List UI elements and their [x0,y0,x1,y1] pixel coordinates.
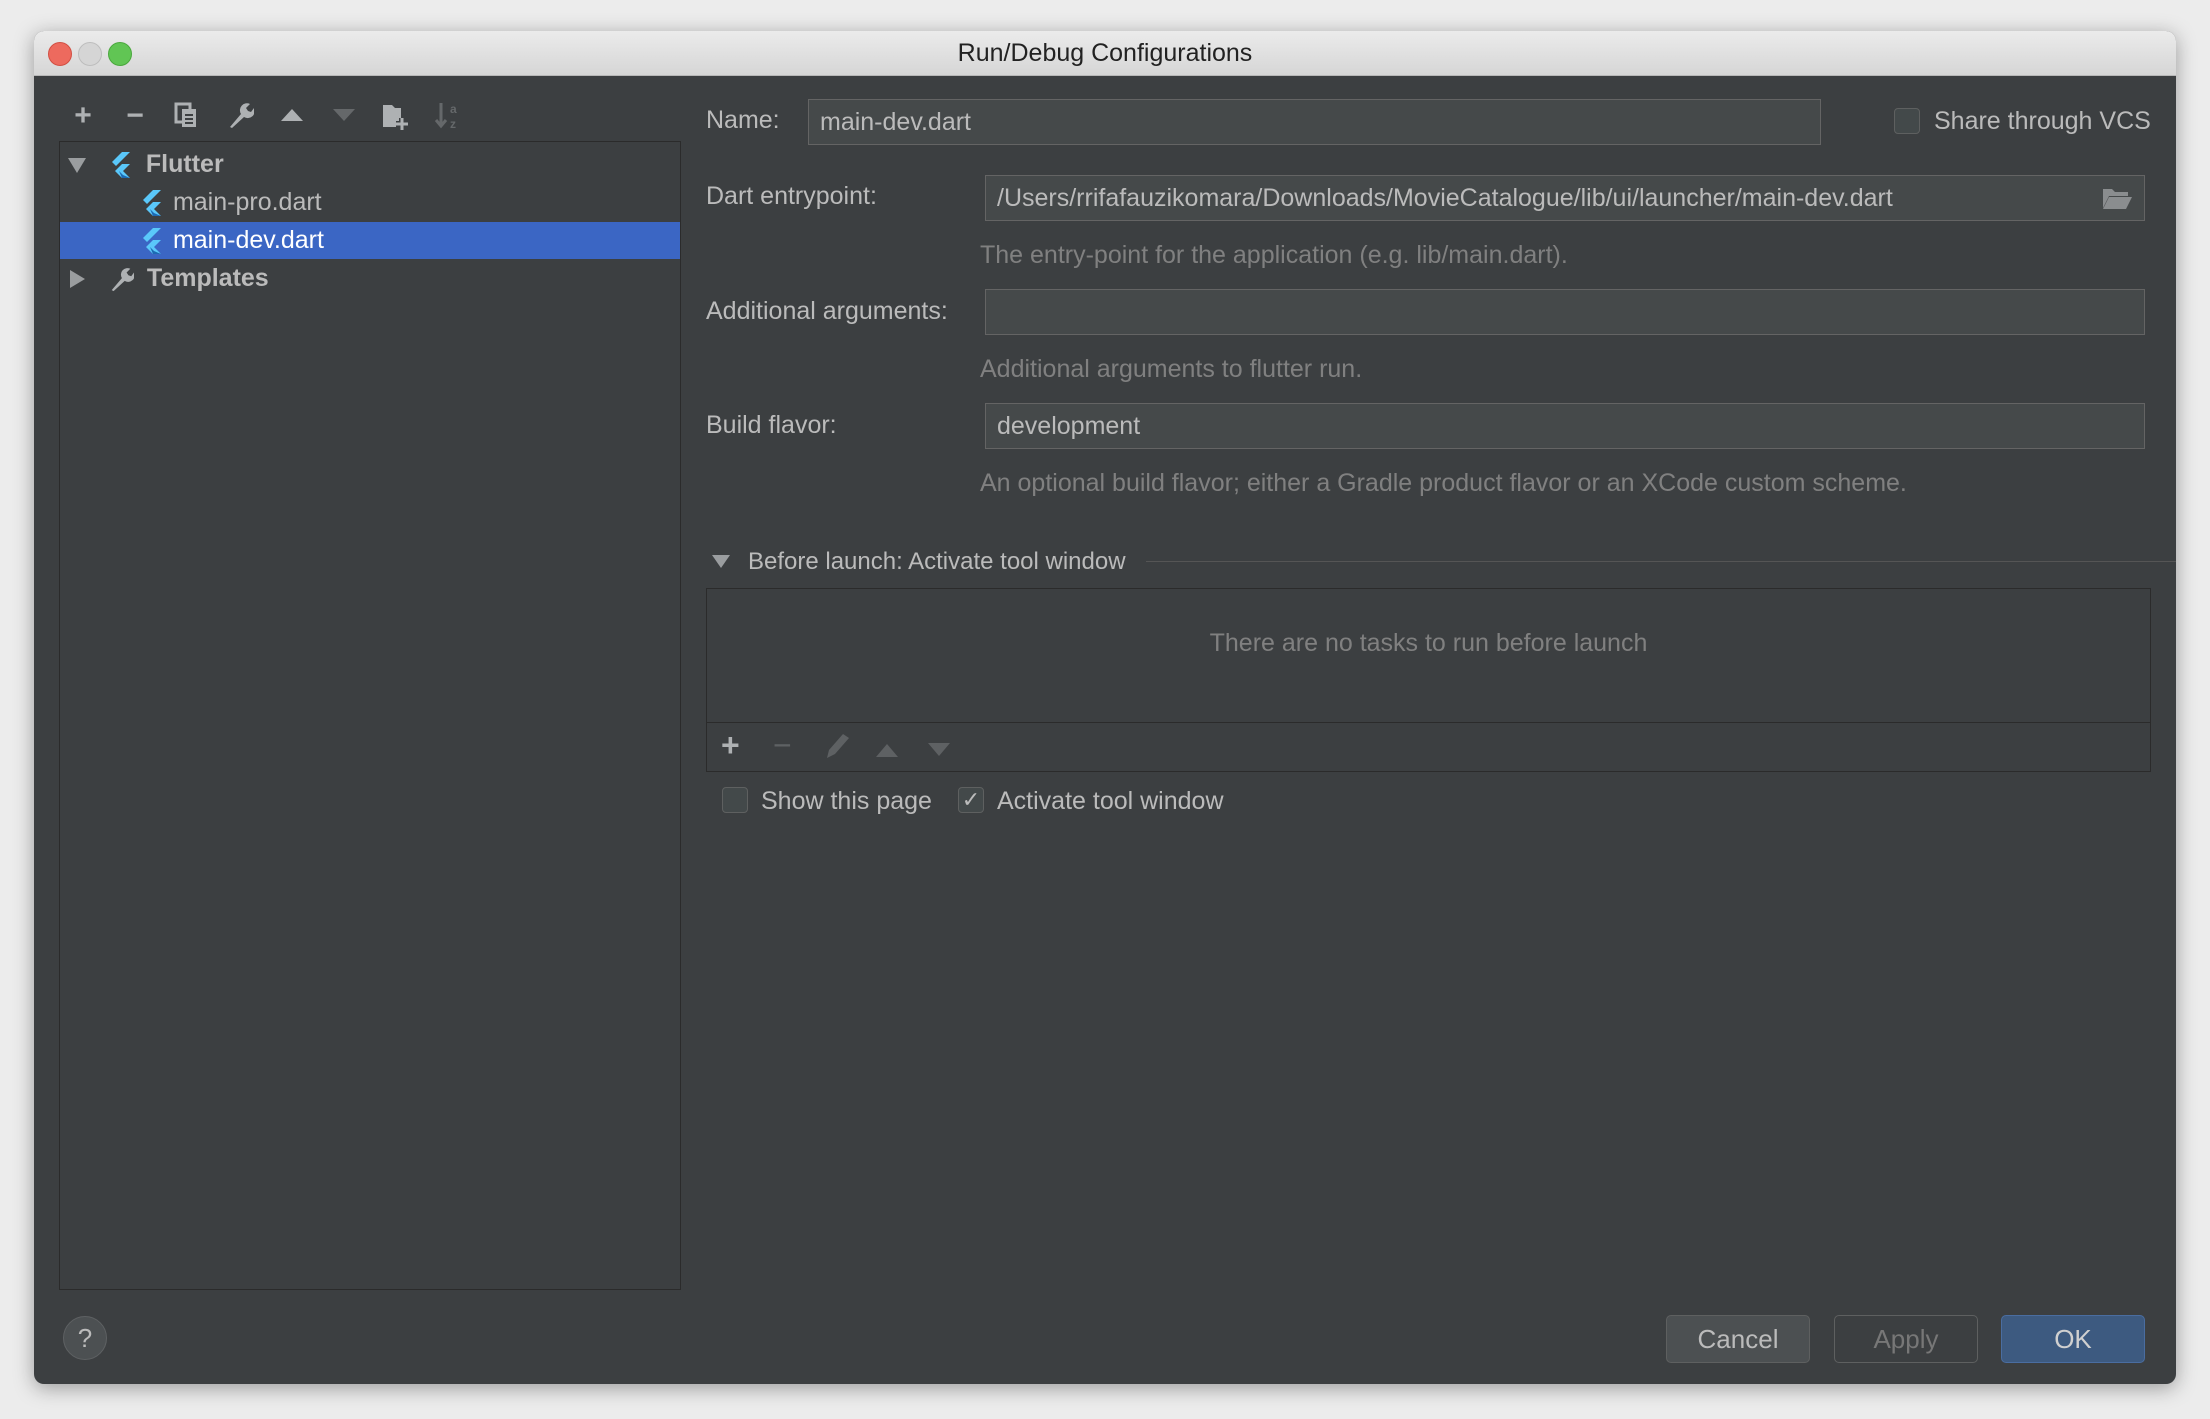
minimize-button[interactable] [78,42,102,66]
cancel-button[interactable]: Cancel [1666,1315,1810,1363]
flutter-icon [143,228,161,255]
wrench-icon[interactable] [225,101,255,131]
entrypoint-value: /Users/rrifafauzikomara/Downloads/MovieC… [997,184,1893,212]
args-hint: Additional arguments to flutter run. [980,355,1363,383]
name-label: Name: [706,106,780,134]
tree-templates-label: Templates [146,264,269,292]
plus-icon[interactable]: + [68,101,98,131]
share-vcs-label: Share through VCS [1934,107,2151,135]
flavor-input[interactable]: development [985,403,2145,449]
show-page-label: Show this page [761,787,932,815]
check-icon: ✓ [961,787,981,812]
flavor-hint: An optional build flavor; either a Gradl… [980,469,1907,497]
svg-text:a: a [450,102,457,116]
flavor-label: Build flavor: [706,411,837,439]
wrench-icon [111,268,134,292]
arrow-up-icon[interactable] [277,101,307,131]
section-divider [1146,561,2176,562]
collapse-arrow-icon[interactable] [70,270,85,289]
configuration-tree[interactable]: Flutter main-pro.dart main-dev.dart Temp… [59,141,681,1290]
add-task-icon[interactable]: + [721,727,740,764]
remove-task-icon[interactable]: − [773,727,792,764]
collapse-arrow-icon[interactable] [712,555,730,568]
panel-divider [707,722,2150,723]
before-launch-tasks-panel: There are no tasks to run before launch … [706,588,2151,772]
help-button[interactable]: ? [63,1316,107,1360]
move-down-icon[interactable] [927,737,951,766]
show-page-checkbox[interactable] [722,787,748,813]
name-input[interactable]: main-dev.dart [808,99,1821,145]
tree-group-label: Flutter [145,150,224,178]
tree-item-main-dev[interactable]: main-dev.dart [60,222,680,259]
copy-icon[interactable] [172,101,202,131]
flutter-icon [143,190,161,217]
browse-folder-icon[interactable] [2102,186,2132,217]
before-launch-title: Before launch: Activate tool window [748,548,1126,575]
tree-item-label: main-pro.dart [172,188,322,216]
tree-group-flutter[interactable]: Flutter [60,146,680,183]
activate-tool-window-label: Activate tool window [997,787,1224,815]
args-label: Additional arguments: [706,297,948,325]
close-button[interactable] [48,42,72,66]
new-folder-icon[interactable] [381,101,411,131]
tree-group-templates[interactable]: Templates [60,260,680,297]
tree-item-label: main-dev.dart [172,226,324,254]
title-bar: Run/Debug Configurations [34,31,2176,76]
sort-alpha-icon[interactable]: az [433,101,463,131]
entrypoint-hint: The entry-point for the application (e.g… [980,241,1568,269]
arrow-down-icon[interactable] [329,101,359,131]
args-input[interactable] [985,289,2145,335]
run-debug-dialog: Run/Debug Configurations + − az Flutter … [34,31,2176,1384]
entrypoint-input[interactable]: /Users/rrifafauzikomara/Downloads/MovieC… [985,175,2145,221]
expand-arrow-icon[interactable] [68,157,86,173]
maximize-button[interactable] [108,42,132,66]
apply-button[interactable]: Apply [1834,1315,1978,1363]
tree-item-main-pro[interactable]: main-pro.dart [60,184,680,221]
move-up-icon[interactable] [875,737,899,766]
entrypoint-label: Dart entrypoint: [706,182,877,210]
flutter-icon [111,152,130,179]
ok-button[interactable]: OK [2001,1315,2145,1363]
edit-task-icon[interactable] [823,732,851,767]
share-vcs-checkbox[interactable] [1894,108,1920,134]
activate-tool-window-checkbox[interactable]: ✓ [958,787,984,813]
window-title: Run/Debug Configurations [957,39,1253,67]
svg-text:z: z [450,117,456,131]
minus-icon[interactable]: − [120,101,150,131]
no-tasks-text: There are no tasks to run before launch [1209,629,1648,657]
